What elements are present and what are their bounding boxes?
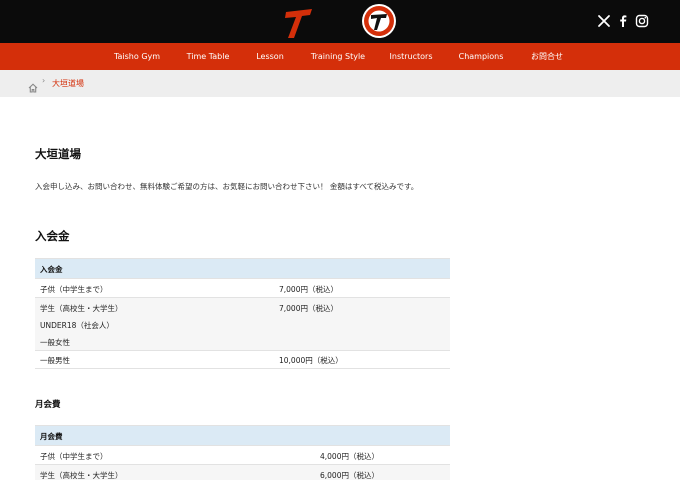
table-row: 学生（高校生・大学生） UNDER18（社会人） 一般女性 7,000円（税込） (35, 298, 450, 351)
row-price: 7,000円（税込） (279, 285, 338, 294)
row-label: 子供（中学生まで） (40, 285, 108, 294)
x-icon[interactable] (597, 14, 611, 28)
monthly-fee-heading: 月会費 (35, 400, 61, 410)
row-label: 一般女性 (40, 338, 70, 347)
nav-item-taisho-gym[interactable]: Taisho Gym (114, 43, 160, 70)
row-price: 10,000円（税込） (279, 356, 343, 365)
joining-fee-table: 入会金 子供（中学生まで） 7,000円（税込） 学生（高校生・大学生） UND… (35, 258, 450, 369)
table-row: 子供（中学生まで） 4,000円（税込） (35, 446, 450, 465)
table-row: 一般男性 10,000円（税込） (35, 351, 450, 369)
site-header (0, 0, 680, 43)
nav-item-contact[interactable]: お問合せ (531, 43, 563, 70)
row-label: 学生（高校生・大学生） (40, 304, 123, 313)
table-header: 入会金 (35, 259, 450, 279)
table-row: 学生（高校生・大学生） 6,000円（税込） (35, 465, 450, 480)
instagram-icon[interactable] (635, 14, 649, 28)
row-price: 7,000円（税込） (279, 304, 338, 313)
row-price: 4,000円（税込） (320, 452, 379, 461)
nav-item-time-table[interactable]: Time Table (187, 43, 230, 70)
breadcrumb: › 大垣道場 (0, 70, 680, 97)
joining-fee-heading: 入会金 (35, 229, 70, 243)
nav-item-instructors[interactable]: Instructors (390, 43, 433, 70)
row-label: 学生（高校生・大学生） (40, 471, 123, 480)
table-row: 子供（中学生まで） 7,000円（税込） (35, 279, 450, 298)
table-header: 月会費 (35, 426, 450, 446)
row-label: 子供（中学生まで） (40, 452, 108, 461)
facebook-icon[interactable] (616, 14, 630, 28)
monthly-fee-table: 月会費 子供（中学生まで） 4,000円（税込） 学生（高校生・大学生） 6,0… (35, 425, 450, 480)
row-label: UNDER18（社会人） (40, 321, 114, 330)
page-title: 大垣道場 (35, 147, 81, 161)
nav-item-champions[interactable]: Champions (459, 43, 504, 70)
row-price: 6,000円（税込） (320, 471, 379, 480)
intro-text: 入会申し込み、お問い合わせ、無料体験ご希望の方は、お気軽にお問い合わせ下さい！ … (35, 182, 419, 191)
taisho-gym-logo[interactable] (282, 3, 398, 40)
home-icon[interactable] (28, 78, 38, 93)
row-label: 一般男性 (40, 356, 70, 365)
nav-item-training-style[interactable]: Training Style (311, 43, 365, 70)
chevron-right-icon: › (42, 76, 46, 85)
main-nav: Taisho Gym Time Table Lesson Training St… (0, 43, 680, 70)
breadcrumb-current: 大垣道場 (52, 79, 84, 88)
nav-item-lesson[interactable]: Lesson (256, 43, 284, 70)
